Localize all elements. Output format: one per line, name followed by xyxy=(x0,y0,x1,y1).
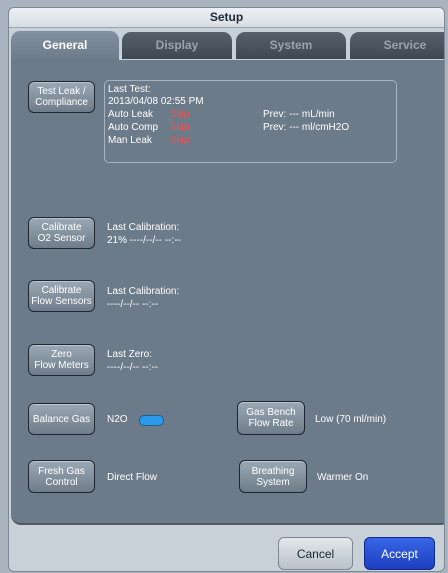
gas-bench-flow-rate-button[interactable]: Gas Bench Flow Rate xyxy=(237,401,305,435)
calibrate-o2-sensor-label: Calibrate O2 Sensor xyxy=(37,222,86,244)
o2-last-calibration-value: 21% ----/--/-- --:-- xyxy=(107,235,181,246)
test-leak-button-label: Test Leak / Compliance xyxy=(35,86,88,108)
breathing-system-button[interactable]: Breathing System xyxy=(239,460,307,493)
balance-gas-label: Balance Gas xyxy=(32,413,91,425)
last-test-datetime: 2013/04/08 02:55 PM xyxy=(108,96,204,107)
general-panel: Test Leak / Compliance Last Test: 2013/0… xyxy=(11,60,444,525)
tab-display[interactable]: Display xyxy=(122,32,232,59)
tab-service[interactable]: Service xyxy=(350,32,444,59)
balance-gas-value: N2O xyxy=(107,414,128,425)
calibrate-o2-sensor-button[interactable]: Calibrate O2 Sensor xyxy=(28,217,95,249)
tab-bar: General Display System Service xyxy=(9,28,444,60)
breathing-system-value: Warmer On xyxy=(317,472,369,483)
last-test-label: Last Test: xyxy=(108,84,151,95)
fresh-gas-control-value: Direct Flow xyxy=(107,472,158,483)
zero-flow-meters-button[interactable]: Zero Flow Meters xyxy=(28,344,95,376)
window-title: Setup xyxy=(9,8,444,28)
tab-general[interactable]: General xyxy=(11,31,119,60)
zero-flow-meters-label: Zero Flow Meters xyxy=(34,349,89,371)
last-zero-label: Last Zero: xyxy=(107,349,153,360)
fresh-gas-control-label: Fresh Gas Control xyxy=(38,465,85,488)
prev-leak-value: Prev: --- mL/min xyxy=(263,109,335,120)
balance-gas-toggle[interactable] xyxy=(139,415,164,426)
last-zero-value: ----/--/-- --:-- xyxy=(107,362,159,373)
man-leak-status: Skip xyxy=(170,135,190,146)
tab-system[interactable]: System xyxy=(236,32,346,59)
gas-bench-flow-rate-value: Low (70 ml/min) xyxy=(315,414,387,425)
auto-leak-status: Skip xyxy=(170,109,190,120)
fresh-gas-control-button[interactable]: Fresh Gas Control xyxy=(28,460,95,493)
accept-button[interactable]: Accept xyxy=(364,537,435,570)
flow-sensors-last-calibration-label: Last Calibration: xyxy=(107,286,180,297)
test-leak-button[interactable]: Test Leak / Compliance xyxy=(28,81,95,113)
leak-test-info-box: Last Test: 2013/04/08 02:55 PM Auto Leak… xyxy=(104,80,397,163)
o2-last-calibration-label: Last Calibration: xyxy=(107,222,180,233)
setup-window: Setup General Display System Service Tes… xyxy=(8,7,445,572)
balance-gas-button[interactable]: Balance Gas xyxy=(28,403,95,435)
gas-bench-flow-rate-label: Gas Bench Flow Rate xyxy=(246,407,296,429)
calibrate-flow-sensors-label: Calibrate Flow Sensors xyxy=(31,285,92,307)
auto-leak-label: Auto Leak xyxy=(108,109,154,120)
auto-comp-label: Auto Comp xyxy=(108,122,159,133)
calibrate-flow-sensors-button[interactable]: Calibrate Flow Sensors xyxy=(28,280,95,312)
prev-compliance-value: Prev: --- ml/cmH2O xyxy=(263,122,350,133)
footer-bar: Cancel Accept xyxy=(9,523,444,571)
cancel-button[interactable]: Cancel xyxy=(278,537,353,570)
man-leak-label: Man Leak xyxy=(108,135,152,146)
auto-comp-status: Skip xyxy=(170,122,190,133)
breathing-system-label: Breathing System xyxy=(251,465,295,488)
flow-sensors-last-calibration-value: ----/--/-- --:-- xyxy=(107,299,159,310)
